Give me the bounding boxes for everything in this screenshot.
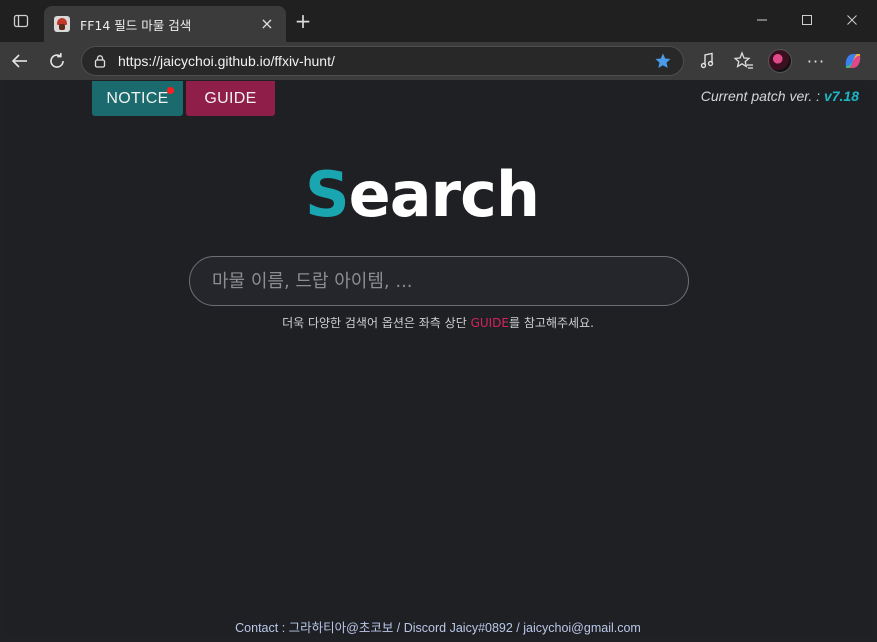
search-hint: 더욱 다양한 검색어 옵션은 좌측 상단 GUIDE를 참고해주세요. xyxy=(5,314,871,331)
search-logo: Search xyxy=(305,160,575,226)
url-text: https://jaicychoi.github.io/ffxiv-hunt/ xyxy=(118,53,335,69)
media-icon[interactable] xyxy=(696,49,720,73)
window-close-icon[interactable] xyxy=(838,10,866,30)
footer-contact: Contact : 그라하티아@초코보 / Discord Jaicy#0892… xyxy=(235,621,641,635)
notice-button-label: NOTICE xyxy=(106,89,169,107)
copilot-icon[interactable] xyxy=(841,49,865,73)
search-box[interactable] xyxy=(189,256,689,306)
logo-rest: earch xyxy=(348,158,540,231)
back-arrow-icon[interactable] xyxy=(6,47,34,75)
favorites-icon[interactable] xyxy=(732,49,756,73)
notice-badge-dot xyxy=(167,87,174,94)
minimize-icon[interactable] xyxy=(748,10,776,30)
guide-button-label: GUIDE xyxy=(204,89,257,107)
more-icon[interactable]: ··· xyxy=(804,49,828,73)
patch-prefix: Current patch ver. : xyxy=(700,88,824,104)
site-favicon-icon xyxy=(54,16,70,32)
logo-first-letter: S xyxy=(305,158,350,231)
search-input[interactable] xyxy=(212,270,666,292)
address-bar[interactable]: https://jaicychoi.github.io/ffxiv-hunt/ xyxy=(81,46,684,76)
page-viewport: NOTICE GUIDE Current patch ver. : v7.18 … xyxy=(5,80,871,636)
avatar xyxy=(768,49,792,73)
patch-version-value: v7.18 xyxy=(823,88,859,104)
hint-guide-link[interactable]: GUIDE xyxy=(471,316,509,330)
tab-title: FF14 필드 마물 검색 xyxy=(80,17,192,33)
plus-icon[interactable]: + xyxy=(292,11,314,33)
hint-after: 를 참고해주세요. xyxy=(509,316,594,330)
reload-icon[interactable] xyxy=(43,47,71,75)
browser-tab[interactable]: FF14 필드 마물 검색 × xyxy=(44,6,286,42)
browser-titlebar: FF14 필드 마물 검색 × + xyxy=(0,0,877,42)
lock-icon[interactable] xyxy=(92,53,108,69)
notice-button[interactable]: NOTICE xyxy=(92,81,183,116)
guide-button[interactable]: GUIDE xyxy=(186,81,275,116)
maximize-icon[interactable] xyxy=(793,10,821,30)
hint-before: 더욱 다양한 검색어 옵션은 좌측 상단 xyxy=(282,316,471,330)
close-icon[interactable]: × xyxy=(258,15,276,33)
tab-actions-icon[interactable] xyxy=(8,8,34,34)
patch-version-label: Current patch ver. : v7.18 xyxy=(701,88,859,104)
profile-avatar[interactable] xyxy=(768,49,792,73)
browser-toolbar: https://jaicychoi.github.io/ffxiv-hunt/ … xyxy=(0,42,877,80)
star-icon[interactable] xyxy=(653,51,673,71)
